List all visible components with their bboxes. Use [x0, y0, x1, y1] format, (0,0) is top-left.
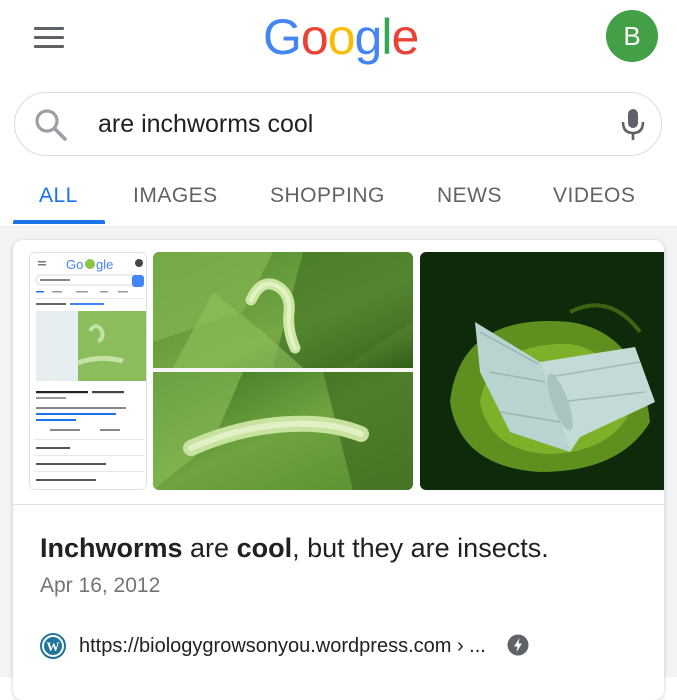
tab-videos[interactable]: VIDEOS	[553, 184, 635, 208]
avatar[interactable]: B	[606, 10, 658, 62]
green-inchworm-photos[interactable]	[153, 252, 413, 490]
logo-letter: e	[391, 9, 419, 65]
logo-letter: g	[354, 9, 383, 65]
logo-letter: o	[327, 9, 356, 65]
search-icon[interactable]	[33, 107, 69, 143]
snippet-text: Inchworms are cool, but they are insects…	[40, 533, 549, 564]
featured-snippet-card: Go gle Inchworms are cool, but they are …	[13, 240, 664, 700]
top-bar: Google B	[0, 0, 677, 80]
search-tabs: ALL IMAGES SHOPPING NEWS VIDEOS	[0, 160, 677, 226]
logo-letter: G	[263, 9, 302, 65]
wordpress-icon: W	[40, 633, 66, 659]
svg-text:Go: Go	[66, 257, 83, 272]
google-logo[interactable]: Google	[263, 8, 419, 66]
tab-shopping[interactable]: SHOPPING	[270, 184, 385, 208]
active-tab-indicator	[13, 220, 105, 224]
logo-letter: o	[300, 9, 329, 65]
result-date: Apr 16, 2012	[40, 574, 161, 597]
amp-lightning-icon	[507, 634, 529, 656]
tab-all[interactable]: ALL	[39, 184, 78, 208]
search-box[interactable]	[14, 92, 662, 156]
logo-letter: l	[381, 9, 392, 65]
snippet-text-part: , but they are insects.	[292, 533, 549, 563]
svg-text:W: W	[47, 639, 60, 654]
result-url[interactable]: https://biologygrowsonyou.wordpress.com …	[79, 635, 486, 658]
snippet-bold-term: cool	[236, 533, 293, 563]
card-divider	[13, 504, 664, 505]
svg-text:gle: gle	[96, 257, 113, 272]
microphone-icon[interactable]	[618, 107, 648, 143]
tab-news[interactable]: NEWS	[437, 184, 502, 208]
tab-images[interactable]: IMAGES	[133, 184, 218, 208]
pale-green-moth-photo[interactable]	[420, 252, 664, 490]
hamburger-menu-icon[interactable]	[34, 25, 66, 49]
snippet-text-part: are	[182, 533, 237, 563]
search-screenshot-thumbnail[interactable]: Go gle	[29, 252, 147, 490]
search-input[interactable]	[98, 107, 578, 141]
snippet-bold-term: Inchworms	[40, 533, 183, 563]
